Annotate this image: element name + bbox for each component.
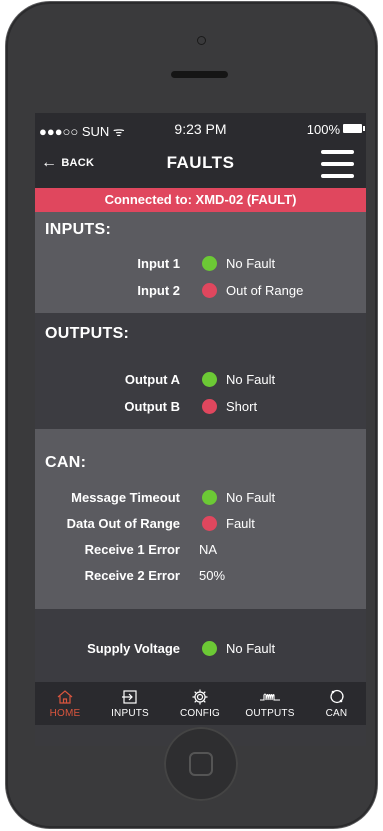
status-row-value: No Fault — [226, 641, 276, 656]
status-row-label: Receive 2 Error — [84, 568, 180, 583]
status-row-label: Output A — [124, 372, 180, 387]
supply-section: Supply Voltage No Fault — [35, 609, 366, 682]
home-button-square-icon — [189, 752, 213, 776]
gear-icon — [167, 688, 233, 706]
status-row: Supply Voltage No Fault — [35, 639, 366, 659]
outputs-title: OUTPUTS: — [45, 325, 130, 342]
tab-label: CAN — [325, 708, 348, 719]
hamburger-menu-icon[interactable] — [321, 150, 354, 178]
tab-label: OUTPUTS — [245, 708, 295, 719]
status-row: Receive 1 Error NA — [35, 540, 366, 560]
status-row-value: Short — [226, 399, 258, 414]
tab-can[interactable]: CAN — [307, 682, 366, 725]
status-row: Output B Short — [35, 397, 366, 417]
status-row: Receive 2 Error 50% — [35, 566, 366, 586]
status-row-value: Out of Range — [226, 283, 304, 298]
network-icon — [307, 688, 366, 706]
tab-label: CONFIG — [179, 708, 221, 719]
status-ok-indicator — [202, 372, 217, 387]
status-row-value: No Fault — [226, 372, 276, 387]
screen: ●●●○○ SUN ᯤ 9:23 PM 100% ← BACK FAULTS C… — [35, 113, 366, 746]
waveform-icon — [235, 688, 305, 706]
tab-home[interactable]: HOME — [35, 682, 95, 725]
status-fault-indicator — [202, 283, 217, 298]
home-button[interactable] — [164, 727, 238, 801]
outputs-section: OUTPUTS: Output A No Fault Output B Short — [35, 313, 366, 429]
status-row-value: 50% — [199, 568, 226, 583]
can-section: CAN: Message Timeout No Fault Data Out of … — [35, 429, 366, 609]
status-fault-indicator — [202, 516, 217, 531]
input-icon — [95, 688, 165, 706]
status-row: Input 1 No Fault — [35, 254, 366, 274]
status-ok-indicator — [202, 490, 217, 505]
speaker-grille — [171, 71, 228, 78]
nav-bar: ← BACK FAULTS — [35, 143, 366, 188]
status-row-label: Receive 1 Error — [84, 542, 180, 557]
status-row-label: Output B — [124, 399, 180, 414]
status-bar: ●●●○○ SUN ᯤ 9:23 PM 100% — [35, 113, 366, 143]
can-title: CAN: — [45, 454, 87, 471]
status-row-value: NA — [199, 542, 218, 557]
page-title: FAULTS — [166, 153, 235, 172]
status-row-value: No Fault — [226, 256, 276, 271]
tab-inputs[interactable]: INPUTS — [95, 682, 165, 725]
status-row-value: Fault — [226, 516, 255, 531]
battery-icon — [343, 124, 365, 133]
status-ok-indicator — [202, 641, 217, 656]
home-icon — [35, 688, 95, 706]
phone-frame: ●●●○○ SUN ᯤ 9:23 PM 100% ← BACK FAULTS C… — [6, 2, 377, 828]
status-row: Data Out of Range Fault — [35, 514, 366, 534]
status-row-label: Input 2 — [137, 283, 180, 298]
status-row-label: Data Out of Range — [66, 516, 180, 531]
battery-percent: 100% — [306, 122, 340, 137]
status-row: Message Timeout No Fault — [35, 488, 366, 508]
tab-outputs[interactable]: OUTPUTS — [235, 682, 305, 725]
status-row-label: Supply Voltage — [87, 641, 180, 656]
tab-label: INPUTS — [111, 708, 149, 719]
status-row-value: No Fault — [226, 490, 276, 505]
status-row-label: Message Timeout — [71, 490, 180, 505]
status-row: Output A No Fault — [35, 370, 366, 390]
status-fault-indicator — [202, 399, 217, 414]
camera-icon — [197, 36, 206, 45]
tab-label: HOME — [49, 708, 81, 719]
status-ok-indicator — [202, 256, 217, 271]
connection-banner: Connected to: XMD-02 (FAULT) — [35, 188, 366, 212]
status-row: Input 2 Out of Range — [35, 281, 366, 301]
tab-bar: HOME INPUTS CONFIG OUTPUTS CAN — [35, 682, 366, 725]
tab-config[interactable]: CONFIG — [167, 682, 233, 725]
inputs-section: INPUTS: Input 1 No Fault Input 2 Out of Ran… — [35, 212, 366, 313]
inputs-title: INPUTS: — [45, 221, 112, 238]
status-row-label: Input 1 — [137, 256, 180, 271]
